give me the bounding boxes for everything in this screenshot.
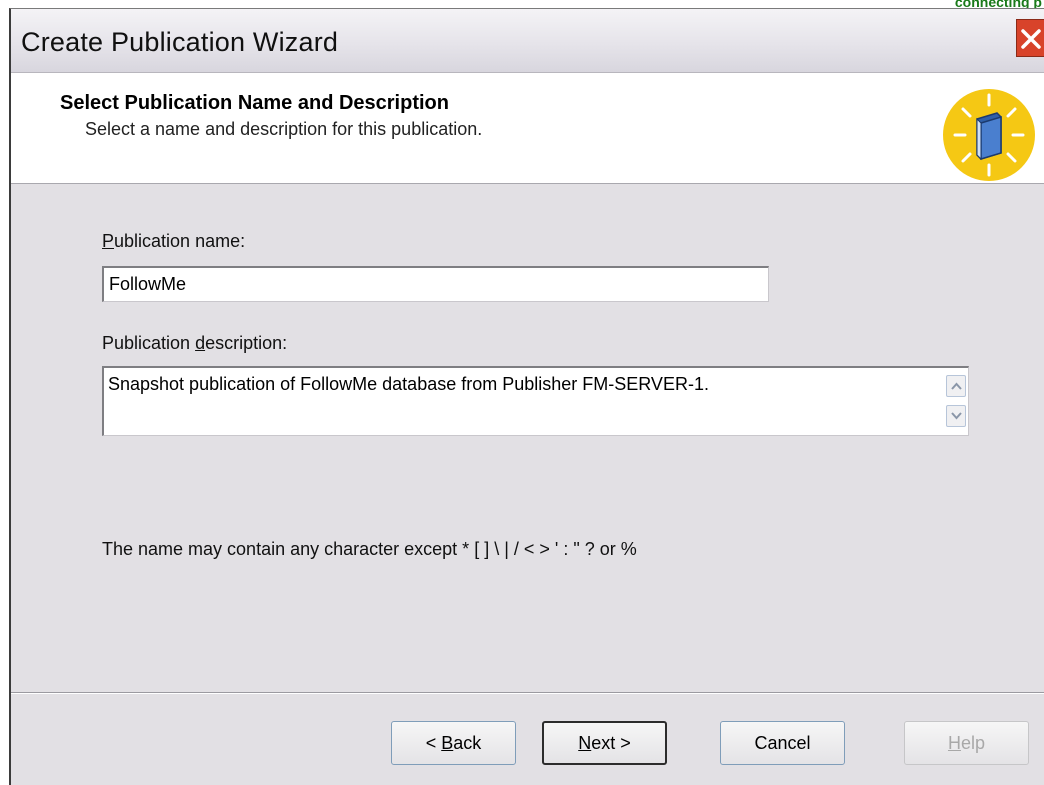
publication-description-textarea[interactable]: Snapshot publication of FollowMe databas… — [102, 366, 969, 436]
publication-name-input[interactable] — [102, 266, 769, 302]
title-bar[interactable]: Create Publication Wizard — [11, 9, 1044, 73]
page-subtitle: Select a name and description for this p… — [85, 119, 483, 139]
create-publication-wizard-dialog: Create Publication Wizard Select Publica… — [9, 8, 1044, 785]
close-button[interactable] — [1016, 19, 1044, 57]
publication-description-label: Publication description: — [102, 333, 288, 353]
back-button[interactable]: < Back — [391, 721, 516, 765]
scroll-down-button[interactable] — [946, 405, 966, 427]
scroll-up-button[interactable] — [946, 375, 966, 397]
chevron-up-icon — [951, 382, 962, 390]
next-button[interactable]: Next > — [542, 721, 667, 765]
description-scrollbar[interactable] — [946, 370, 966, 432]
window-title: Create Publication Wizard — [21, 27, 339, 57]
name-rules-hint: The name may contain any character excep… — [102, 539, 637, 559]
chevron-down-icon — [951, 412, 962, 420]
publication-book-icon — [943, 89, 1035, 181]
help-button[interactable]: Help — [904, 721, 1029, 765]
cancel-button[interactable]: Cancel — [720, 721, 845, 765]
publication-name-label: Publication name: — [102, 231, 246, 251]
wizard-header: Select Publication Name and Description … — [11, 73, 1044, 184]
footer-separator — [11, 692, 1044, 694]
page-title: Select Publication Name and Description — [60, 92, 449, 114]
close-icon — [1021, 29, 1041, 49]
publication-description-value: Snapshot publication of FollowMe databas… — [108, 374, 709, 394]
